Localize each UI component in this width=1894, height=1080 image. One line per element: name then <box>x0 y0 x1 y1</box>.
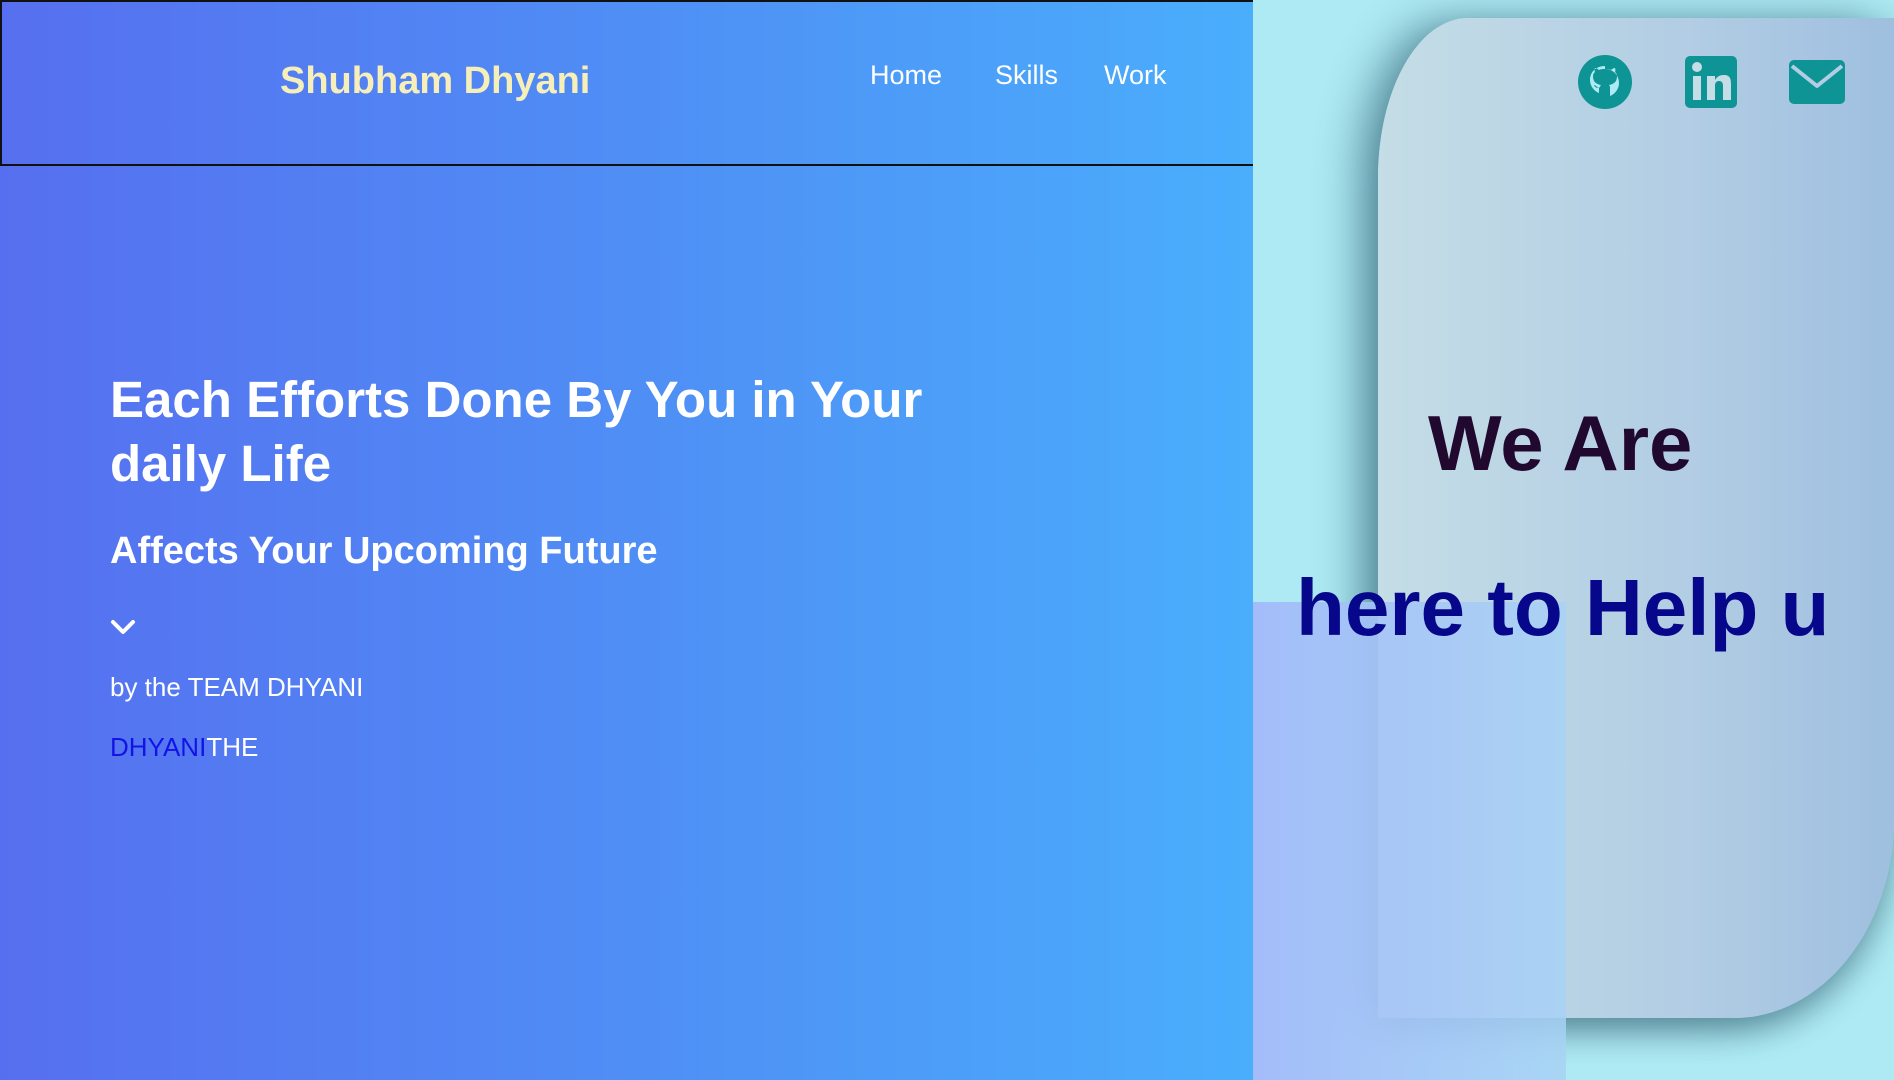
linkedin-icon[interactable] <box>1685 56 1737 108</box>
hero-title: Each Efforts Done By You in Your daily L… <box>110 371 923 492</box>
nav-skills[interactable]: Skills <box>995 60 1058 91</box>
brand-tagline-part2: THE <box>206 732 259 762</box>
github-icon[interactable] <box>1577 54 1633 110</box>
overlay-block <box>1253 602 1566 1080</box>
nav-work[interactable]: Work <box>1104 60 1167 91</box>
brand-tagline-part1: DHYANI <box>110 732 207 762</box>
navbar: Shubham Dhyani Home Skills Work <box>0 0 1255 166</box>
chevron-down-icon[interactable] <box>110 618 136 636</box>
brand-tagline: DHYANITHE <box>110 732 258 763</box>
side-heading: We Are <box>1428 399 1693 487</box>
team-byline: by the TEAM DHYANI <box>110 672 364 702</box>
side-tagline: here to Help u <box>1296 563 1830 652</box>
nav-home[interactable]: Home <box>870 60 942 91</box>
hero-subtitle: Affects Your Upcoming Future <box>110 530 658 572</box>
mail-icon[interactable] <box>1789 60 1845 104</box>
brand-logo[interactable]: Shubham Dhyani <box>280 60 590 103</box>
